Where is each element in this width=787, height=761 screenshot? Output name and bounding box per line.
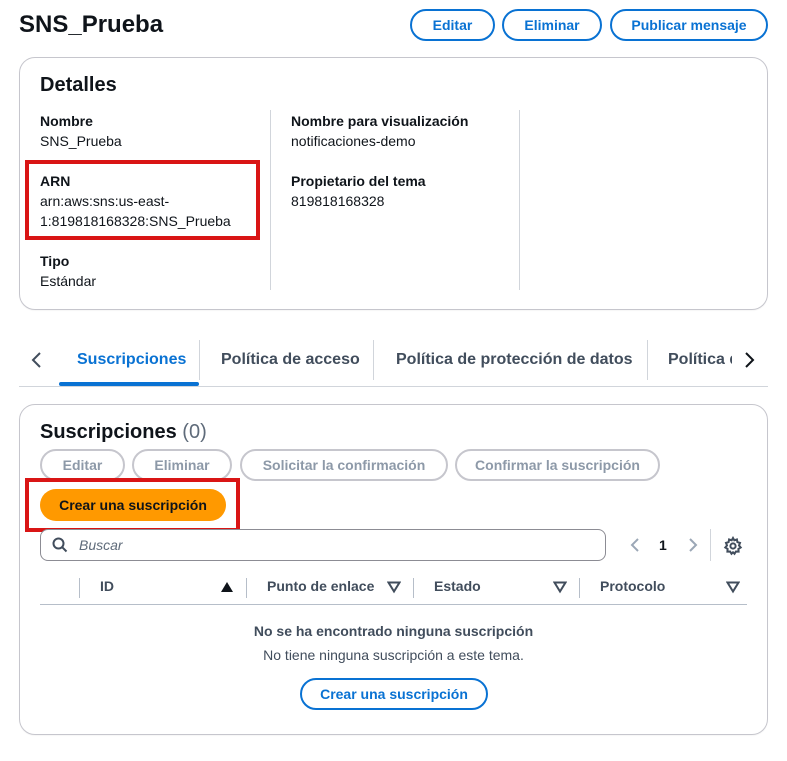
type-label: Tipo (40, 253, 70, 269)
create-highlight-box (25, 478, 240, 532)
tabs-bottom-border (19, 386, 768, 387)
current-page-number[interactable]: 1 (659, 537, 667, 553)
empty-state-description: No tiene ninguna suscripción a este tema… (263, 647, 524, 663)
column-header-endpoint[interactable]: Punto de enlace (267, 578, 374, 594)
subscription-delete-button[interactable]: Eliminar (132, 449, 232, 481)
search-box (40, 529, 606, 561)
type-value: Estándar (40, 273, 97, 289)
column-header-id[interactable]: ID (100, 578, 114, 594)
column-divider (270, 110, 271, 290)
empty-create-subscription-button[interactable]: Crear una suscripción (300, 678, 488, 710)
column-header-status[interactable]: Estado (434, 578, 481, 594)
column-separator (79, 578, 80, 598)
table-header-border (40, 604, 747, 605)
settings-gear-icon[interactable] (723, 535, 743, 556)
sort-descending-icon[interactable] (386, 580, 402, 599)
pagination-divider (710, 529, 711, 561)
sort-ascending-icon[interactable] (220, 580, 234, 599)
owner-label: Propietario del tema (291, 173, 426, 189)
delete-button[interactable]: Eliminar (502, 9, 602, 41)
page-title: SNS_Prueba (19, 11, 164, 38)
confirm-subscription-button[interactable]: Confirmar la suscripción (455, 449, 660, 481)
prev-page-icon[interactable] (628, 536, 644, 554)
arn-highlight-box (25, 160, 260, 240)
request-confirmation-button[interactable]: Solicitar la confirmación (240, 449, 448, 481)
column-separator (579, 578, 580, 598)
display-name-value: notificaciones-demo (291, 133, 416, 149)
tab-separator (373, 340, 374, 380)
tab-subscriptions[interactable]: Suscripciones (77, 340, 186, 380)
name-value: SNS_Prueba (40, 133, 122, 149)
sort-descending-icon[interactable] (725, 580, 741, 599)
column-separator (246, 578, 247, 598)
name-label: Nombre (40, 113, 93, 129)
subscriptions-title-text: Suscripciones (40, 421, 177, 443)
edit-button[interactable]: Editar (410, 9, 495, 41)
search-input[interactable] (77, 534, 577, 556)
publish-message-button[interactable]: Publicar mensaje (610, 9, 768, 41)
subscriptions-count: (0) (182, 421, 207, 443)
owner-value: 819818168328 (291, 193, 385, 209)
subscriptions-title: Suscripciones (0) (40, 421, 207, 444)
column-divider (519, 110, 520, 290)
sort-descending-icon[interactable] (552, 580, 568, 599)
tab-access-policy[interactable]: Política de acceso (221, 340, 360, 380)
subscription-edit-button[interactable]: Editar (40, 449, 125, 481)
details-title: Detalles (40, 74, 117, 96)
tab-separator (647, 340, 648, 380)
tab-separator (199, 340, 200, 380)
search-icon (52, 537, 68, 558)
tab-data-protection-policy[interactable]: Política de protección de datos (396, 340, 633, 380)
column-separator (413, 578, 414, 598)
tab-policy-partial[interactable]: Política d (668, 340, 732, 380)
next-page-icon[interactable] (684, 536, 700, 554)
tabs-scroll-left-icon[interactable] (28, 348, 46, 372)
column-header-protocol[interactable]: Protocolo (600, 578, 665, 594)
tab-partial-wrapper: Política d (668, 340, 732, 380)
tabs-scroll-right-icon[interactable] (740, 348, 758, 372)
display-name-label: Nombre para visualización (291, 113, 469, 129)
empty-state-title: No se ha encontrado ninguna suscripción (253, 623, 534, 639)
